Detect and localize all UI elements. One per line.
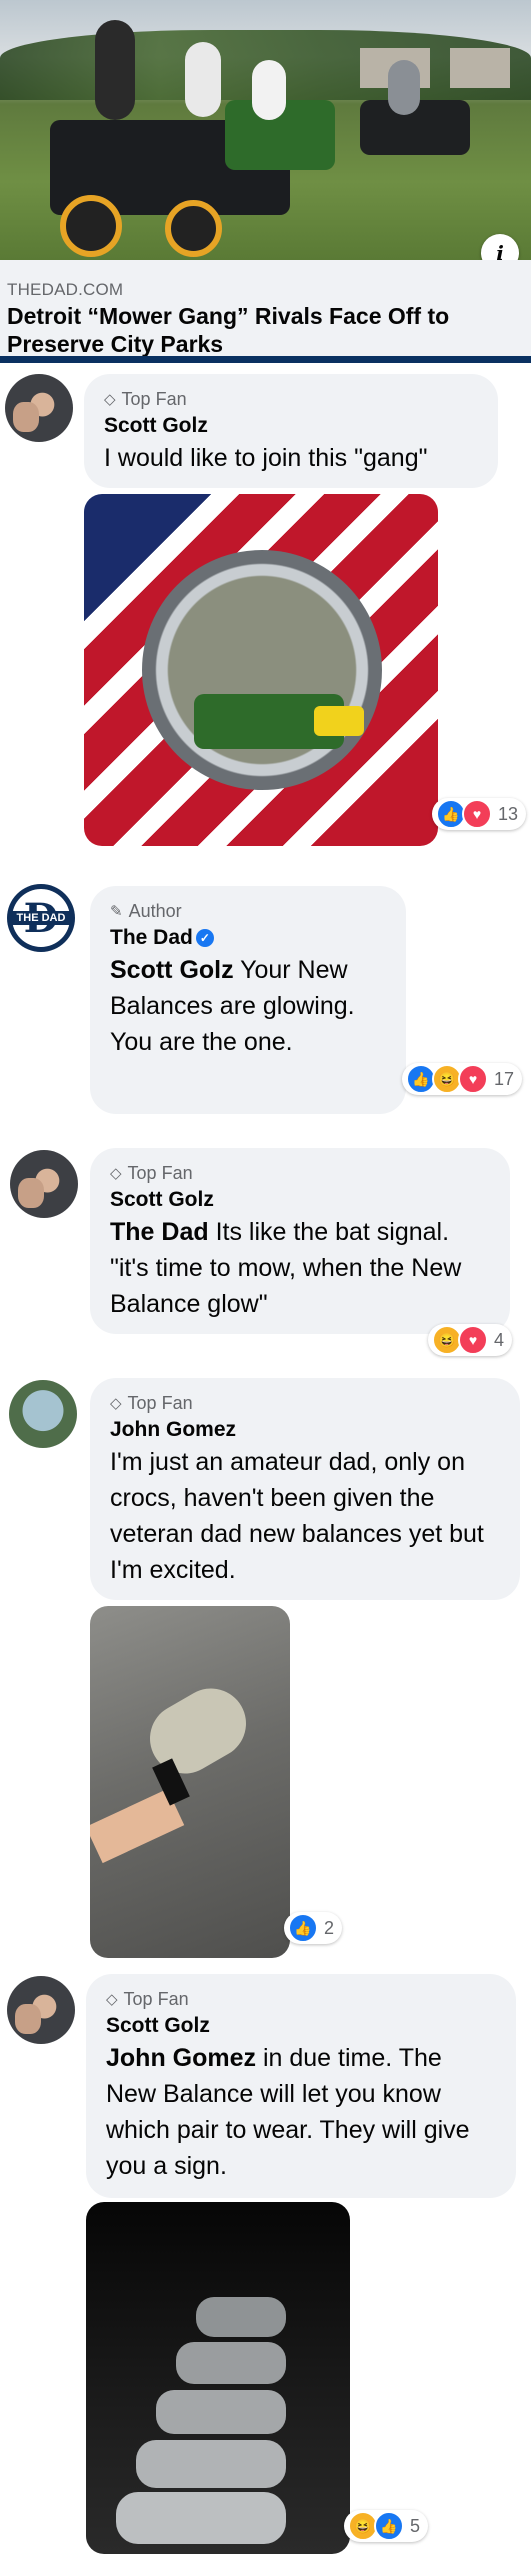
mention[interactable]: Scott Golz (110, 956, 234, 984)
photo-shoe (176, 2342, 286, 2384)
reaction-count: 13 (498, 803, 519, 824)
photo-house (450, 48, 510, 88)
like-icon: 👍 (374, 2511, 404, 2541)
photo-mower-seat (314, 706, 364, 736)
comment-bubble: ✎ Author The Dad ✓ Scott Golz Your New Bal… (90, 886, 406, 1114)
love-icon: ♥ (462, 799, 492, 829)
photo-person (185, 42, 221, 117)
comment-author[interactable]: Scott Golz (104, 414, 478, 438)
photo-person (95, 20, 135, 120)
comment-bubble: ◇ Top Fan Scott Golz John Gomez in due ti… (86, 1974, 516, 2198)
scott-golz-avatar[interactable] (10, 1150, 78, 1218)
diamond-icon: ◇ (104, 391, 116, 408)
reaction-count: 5 (410, 2515, 421, 2536)
the-dad-logo: DTHE DAD (10, 889, 72, 947)
top-fan-badge: ◇ Top Fan (106, 1988, 189, 2009)
article-photo[interactable] (0, 0, 531, 260)
comment-author[interactable]: Scott Golz (106, 2014, 496, 2038)
comment-text: John Gomez in due time. The New Balance … (106, 2044, 470, 2180)
comment-bubble: ◇ Top Fan John Gomez I'm just an amateur … (90, 1378, 520, 1600)
reaction-summary[interactable]: 👍 😆 ♥ 17 (402, 1063, 523, 1095)
comment-photo[interactable] (84, 494, 438, 846)
link-domain: THEDAD.COM (7, 280, 124, 299)
reaction-count: 17 (494, 1068, 515, 1089)
photo-shoe (156, 2390, 286, 2434)
diamond-icon: ◇ (110, 1165, 122, 1182)
reaction-summary[interactable]: 👍 ♥ 13 (432, 798, 527, 830)
mention[interactable]: The Dad (110, 1218, 209, 1246)
love-icon: ♥ (458, 1325, 488, 1355)
comment-text: I would like to join this "gang" (104, 444, 428, 472)
comment-photo[interactable] (90, 1606, 290, 1958)
author-badge: ✎ Author (110, 900, 182, 921)
comment-bubble: ◇ Top Fan Scott Golz The Dad Its like the… (90, 1148, 510, 1334)
comment-author[interactable]: Scott Golz (110, 1188, 490, 1212)
comment-text: The Dad Its like the bat signal. "it's t… (110, 1218, 462, 1318)
scott-golz-avatar[interactable] (7, 1976, 75, 2044)
photo-person (388, 60, 420, 115)
mention[interactable]: John Gomez (106, 2044, 256, 2072)
photo-mower-wheel (60, 195, 122, 257)
top-fan-badge: ◇ Top Fan (104, 388, 187, 409)
comment-text: Scott Golz Your New Balances are glowing… (110, 956, 355, 1056)
photo-shoe (116, 2492, 286, 2544)
verified-icon: ✓ (195, 929, 214, 947)
comment-author[interactable]: The Dad ✓ (110, 926, 386, 950)
scott-golz-avatar[interactable] (5, 374, 73, 442)
pencil-icon: ✎ (110, 903, 123, 920)
reaction-summary[interactable]: 😆 👍 5 (344, 2510, 429, 2542)
reaction-summary[interactable]: 👍 2 (284, 1912, 343, 1944)
photo-shoe (136, 2440, 286, 2488)
the-dad-avatar[interactable]: DTHE DAD (7, 884, 75, 952)
link-title: Detroit “Mower Gang” Rivals Face Off to … (7, 303, 450, 357)
photo-shoe (196, 2297, 286, 2337)
john-gomez-avatar[interactable] (9, 1380, 77, 1448)
comment-text: I'm just an amateur dad, only on crocs, … (110, 1448, 484, 1584)
reaction-count: 2 (324, 1917, 335, 1938)
comment-photo[interactable] (86, 2202, 350, 2554)
photo-mower-wheel (165, 200, 222, 257)
comment-bubble: ◇ Top Fan Scott Golz I would like to join… (84, 374, 498, 488)
photo-person (252, 60, 286, 120)
reaction-summary[interactable]: 😆 ♥ 4 (428, 1324, 513, 1356)
diamond-icon: ◇ (110, 1395, 122, 1412)
comment-author[interactable]: John Gomez (110, 1418, 500, 1442)
love-icon: ♥ (458, 1064, 488, 1094)
link-preview[interactable]: THEDAD.COM Detroit “Mower Gang” Rivals F… (0, 260, 531, 357)
top-fan-badge: ◇ Top Fan (110, 1162, 193, 1183)
link-divider (0, 356, 531, 363)
reaction-count: 4 (494, 1329, 505, 1350)
photo-garage-circle (142, 550, 382, 790)
top-fan-badge: ◇ Top Fan (110, 1392, 193, 1413)
diamond-icon: ◇ (106, 1991, 118, 2008)
like-icon: 👍 (288, 1913, 318, 1943)
